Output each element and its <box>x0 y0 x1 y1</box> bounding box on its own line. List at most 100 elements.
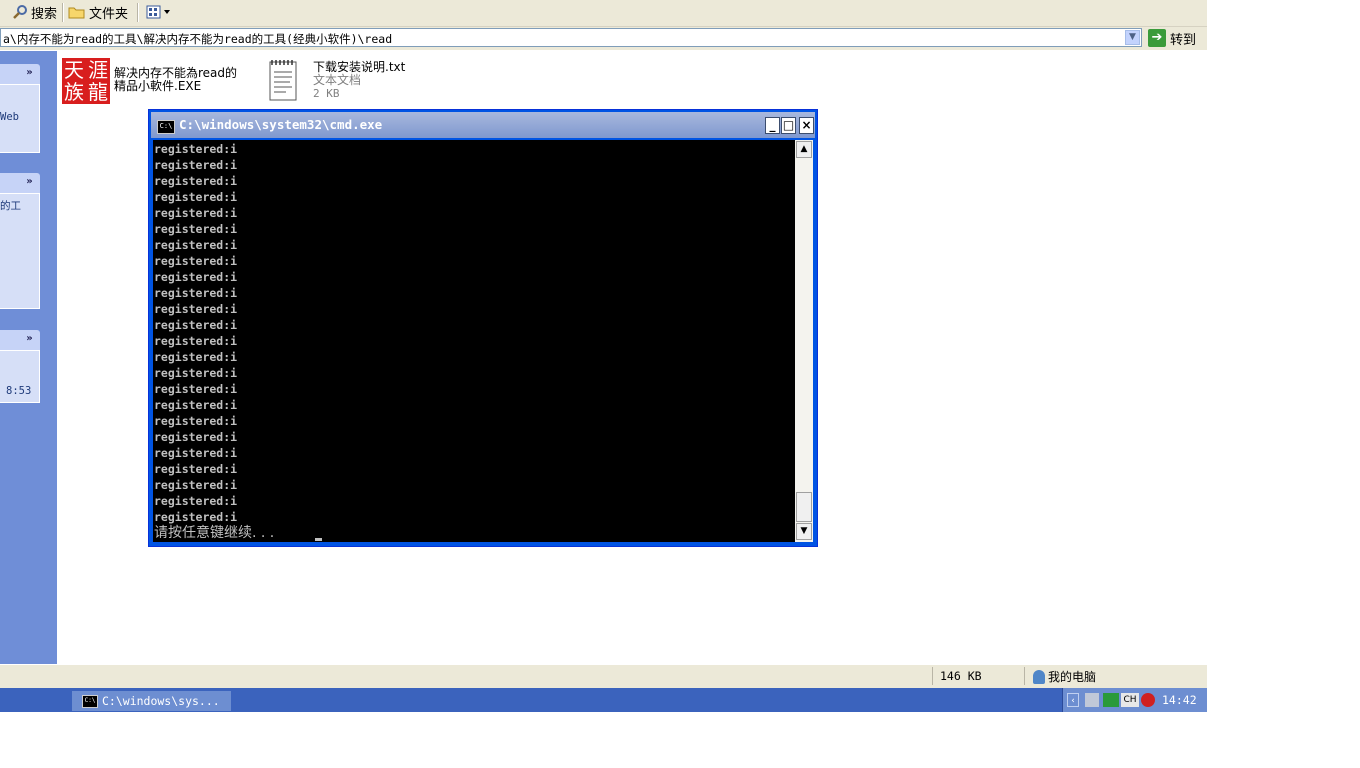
minimize-icon: _ <box>769 118 776 132</box>
folders-button[interactable]: 文件夹 <box>68 2 128 22</box>
address-input[interactable]: a\内存不能为read的工具\解决内存不能为read的工具(经典小软件)\rea… <box>0 28 1142 47</box>
clock[interactable]: 14:42 <box>1162 693 1197 707</box>
task-pane-text[interactable]: Web <box>0 111 19 123</box>
network-icon[interactable] <box>1085 693 1099 707</box>
screen: 搜索 文件夹 a\内存不能为read的工具\解决内存不能为read的工具(经典小… <box>0 0 1207 712</box>
views-button[interactable] <box>146 2 172 22</box>
monitor-icon[interactable] <box>1103 693 1119 707</box>
cmd-output-line: registered:i <box>154 462 238 476</box>
arrow-up-icon: ▲ <box>800 144 808 154</box>
folder-icon <box>68 7 85 19</box>
cmd-output-line: registered:i <box>154 158 238 172</box>
taskbar: C:\ C:\windows\sys... ‹ CH 14:42 <box>0 688 1207 712</box>
cmd-console[interactable]: registered:i registered:i registered:i regi… <box>153 140 795 542</box>
task-pane-header-1[interactable]: » <box>0 64 40 84</box>
close-button[interactable]: × <box>799 117 814 134</box>
cmd-output-line: registered:i <box>154 222 238 236</box>
icon-char: 涯 <box>88 58 108 82</box>
arrow-down-icon: ▼ <box>800 526 808 536</box>
cmd-output-line: registered:i <box>154 446 238 460</box>
text-file-size: 2 KB <box>313 87 340 100</box>
antivirus-icon[interactable] <box>1141 693 1155 707</box>
cmd-icon[interactable]: C:\ <box>157 120 175 134</box>
system-tray: ‹ CH 14:42 <box>1062 688 1207 712</box>
cmd-output-line: registered:i <box>154 382 238 396</box>
task-pane-section-1: Web <box>0 84 40 153</box>
go-arrow-icon: ➔ <box>1148 29 1166 47</box>
computer-icon <box>1033 669 1045 684</box>
icon-char: 族 <box>64 80 84 104</box>
cmd-output-line: registered:i <box>154 414 238 428</box>
go-label: 转到 <box>1170 32 1197 48</box>
cmd-output-line: registered:i <box>154 398 238 412</box>
cmd-output-line: registered:i <box>154 334 238 348</box>
cmd-output-line: registered:i <box>154 366 238 380</box>
cmd-output-line: registered:i <box>154 478 238 492</box>
cmd-icon: C:\ <box>82 694 98 708</box>
status-size: 146 KB <box>940 669 982 683</box>
cmd-output-line: registered:i <box>154 174 238 188</box>
text-file-icon[interactable] <box>268 58 298 102</box>
close-icon: × <box>801 118 812 132</box>
cmd-output-line: registered:i <box>154 318 238 332</box>
minimize-button[interactable]: _ <box>765 117 780 134</box>
views-icon <box>146 5 170 19</box>
cmd-title-bar[interactable]: C:\ C:\windows\system32\cmd.exe _ □ × <box>151 112 815 138</box>
cmd-output-line: registered:i <box>154 430 238 444</box>
scroll-up-button[interactable]: ▲ <box>796 141 812 158</box>
ime-indicator[interactable]: CH <box>1121 693 1139 707</box>
maximize-button[interactable]: □ <box>781 117 796 134</box>
cmd-output-line: registered:i <box>154 302 238 316</box>
cmd-prompt-text: 请按任意键继续. . . <box>154 525 275 541</box>
text-file-type: 文本文档 <box>313 73 362 87</box>
cmd-output-line: registered:i <box>154 190 238 204</box>
task-pane: » Web » 的工 » 8:53 <box>0 51 57 664</box>
tray-expand-button[interactable]: ‹ <box>1067 693 1079 707</box>
cmd-output-line: registered:i <box>154 286 238 300</box>
toolbar: 搜索 文件夹 <box>0 0 1207 27</box>
task-pane-text[interactable]: 的工 <box>0 198 21 213</box>
task-pane-section-2: 的工 <box>0 193 40 309</box>
status-location: 我的电脑 <box>1033 668 1096 685</box>
go-button[interactable]: ➔ 转到 <box>1148 28 1196 48</box>
status-divider <box>932 667 933 685</box>
toolbar-separator <box>62 3 64 22</box>
cmd-output-line: registered:i <box>154 238 238 252</box>
toolbar-separator <box>137 3 139 22</box>
file-name-line: 精品小軟件.EXE <box>114 79 202 93</box>
status-location-label: 我的电脑 <box>1048 670 1097 684</box>
search-button[interactable]: 搜索 <box>12 2 57 22</box>
taskbar-item-label: C:\windows\sys... <box>102 694 220 708</box>
chevron-down-icon: ▼ <box>1129 32 1136 42</box>
status-divider <box>1024 667 1025 685</box>
cmd-window: C:\ C:\windows\system32\cmd.exe _ □ × re… <box>148 109 818 547</box>
taskbar-item-cmd[interactable]: C:\ C:\windows\sys... <box>72 691 231 711</box>
cmd-cursor <box>315 538 322 541</box>
task-pane-section-3: 8:53 <box>0 350 40 403</box>
chevron-left-icon: ‹ <box>1071 696 1075 706</box>
scroll-thumb[interactable] <box>796 492 812 522</box>
exe-file-icon[interactable]: 天 涯 族 龍 <box>62 58 110 104</box>
cmd-output-line: registered:i <box>154 350 238 364</box>
status-bar: 146 KB 我的电脑 <box>0 664 1207 688</box>
cmd-output-line: registered:i <box>154 494 238 508</box>
cmd-scrollbar[interactable]: ▲ ▼ <box>795 140 813 542</box>
cmd-output-line: registered:i <box>154 206 238 220</box>
task-pane-header-3[interactable]: » <box>0 330 40 350</box>
cmd-title: C:\windows\system32\cmd.exe <box>179 117 383 132</box>
double-chevron-down-icon[interactable]: » <box>23 176 36 189</box>
cmd-output-line: registered:i <box>154 270 238 284</box>
icon-char: 天 <box>64 58 84 82</box>
search-icon <box>13 5 27 19</box>
task-pane-text: 8:53 <box>6 385 32 397</box>
cmd-output-line: registered:i <box>154 254 238 268</box>
task-pane-header-2[interactable]: » <box>0 173 40 193</box>
double-chevron-down-icon[interactable]: » <box>23 67 36 80</box>
address-dropdown-button[interactable]: ▼ <box>1125 30 1140 45</box>
address-path: a\内存不能为read的工具\解决内存不能为read的工具(经典小软件)\rea… <box>3 32 393 46</box>
maximize-icon: □ <box>782 118 795 132</box>
exe-file-name[interactable]: 解决内存不能為read的 精品小軟件.EXE <box>114 67 237 93</box>
folders-label: 文件夹 <box>89 6 129 22</box>
scroll-down-button[interactable]: ▼ <box>796 523 812 540</box>
double-chevron-down-icon[interactable]: » <box>23 333 36 346</box>
